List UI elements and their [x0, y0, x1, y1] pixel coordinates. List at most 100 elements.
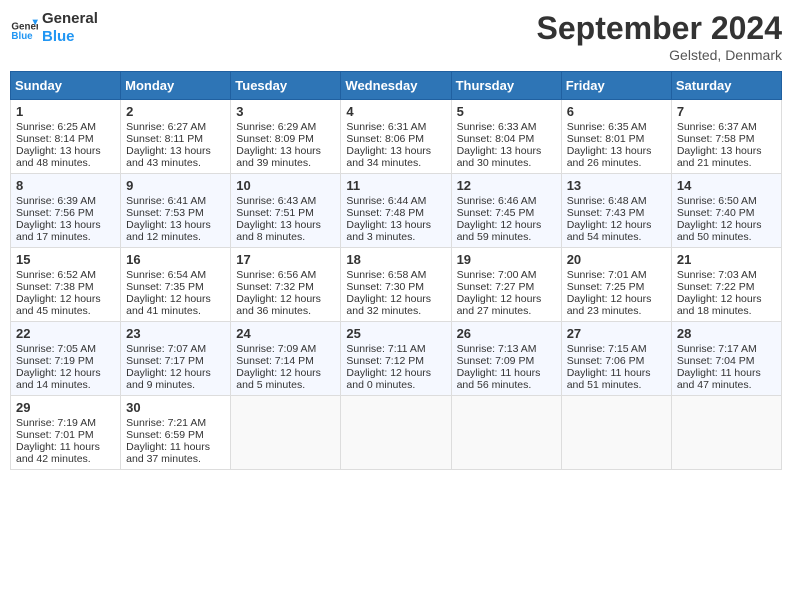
- day-info-line: and 39 minutes.: [236, 157, 335, 169]
- day-info-line: Sunset: 7:17 PM: [126, 355, 225, 367]
- weekday-header: Saturday: [671, 72, 781, 100]
- day-info-line: Sunrise: 6:56 AM: [236, 269, 335, 281]
- calendar-cell: 8Sunrise: 6:39 AMSunset: 7:56 PMDaylight…: [11, 174, 121, 248]
- day-info-line: and 12 minutes.: [126, 231, 225, 243]
- day-info-line: and 21 minutes.: [677, 157, 776, 169]
- calendar-week-row: 29Sunrise: 7:19 AMSunset: 7:01 PMDayligh…: [11, 396, 782, 470]
- weekday-header: Friday: [561, 72, 671, 100]
- day-number: 21: [677, 252, 776, 267]
- calendar-cell: 12Sunrise: 6:46 AMSunset: 7:45 PMDayligh…: [451, 174, 561, 248]
- day-info-line: Daylight: 11 hours: [16, 441, 115, 453]
- day-info-line: Sunset: 7:56 PM: [16, 207, 115, 219]
- day-info-line: and 18 minutes.: [677, 305, 776, 317]
- day-number: 2: [126, 104, 225, 119]
- day-number: 24: [236, 326, 335, 341]
- day-info-line: Daylight: 12 hours: [16, 293, 115, 305]
- calendar-cell: [671, 396, 781, 470]
- day-number: 9: [126, 178, 225, 193]
- day-number: 1: [16, 104, 115, 119]
- day-info-line: and 17 minutes.: [16, 231, 115, 243]
- day-info-line: Sunrise: 7:01 AM: [567, 269, 666, 281]
- calendar-cell: [341, 396, 451, 470]
- calendar-cell: 23Sunrise: 7:07 AMSunset: 7:17 PMDayligh…: [121, 322, 231, 396]
- calendar-table: SundayMondayTuesdayWednesdayThursdayFrid…: [10, 71, 782, 470]
- day-info-line: and 48 minutes.: [16, 157, 115, 169]
- day-info-line: and 50 minutes.: [677, 231, 776, 243]
- calendar-cell: 26Sunrise: 7:13 AMSunset: 7:09 PMDayligh…: [451, 322, 561, 396]
- day-info-line: Sunrise: 7:03 AM: [677, 269, 776, 281]
- day-number: 25: [346, 326, 445, 341]
- day-info-line: Sunset: 7:30 PM: [346, 281, 445, 293]
- day-info-line: Sunrise: 6:37 AM: [677, 121, 776, 133]
- day-info-line: Sunrise: 6:41 AM: [126, 195, 225, 207]
- day-info-line: Sunrise: 7:21 AM: [126, 417, 225, 429]
- day-info-line: Daylight: 13 hours: [457, 145, 556, 157]
- day-info-line: Daylight: 11 hours: [567, 367, 666, 379]
- day-number: 19: [457, 252, 556, 267]
- calendar-cell: 29Sunrise: 7:19 AMSunset: 7:01 PMDayligh…: [11, 396, 121, 470]
- day-info-line: Sunset: 7:25 PM: [567, 281, 666, 293]
- calendar-cell: 17Sunrise: 6:56 AMSunset: 7:32 PMDayligh…: [231, 248, 341, 322]
- month-title: September 2024: [537, 10, 782, 47]
- day-info-line: Sunrise: 6:54 AM: [126, 269, 225, 281]
- day-info-line: and 14 minutes.: [16, 379, 115, 391]
- day-number: 22: [16, 326, 115, 341]
- day-info-line: Daylight: 12 hours: [236, 367, 335, 379]
- day-info-line: Sunrise: 7:00 AM: [457, 269, 556, 281]
- calendar-cell: 2Sunrise: 6:27 AMSunset: 8:11 PMDaylight…: [121, 100, 231, 174]
- day-info-line: Daylight: 12 hours: [236, 293, 335, 305]
- day-info-line: and 34 minutes.: [346, 157, 445, 169]
- calendar-cell: 10Sunrise: 6:43 AMSunset: 7:51 PMDayligh…: [231, 174, 341, 248]
- day-info-line: Sunset: 7:19 PM: [16, 355, 115, 367]
- day-number: 29: [16, 400, 115, 415]
- day-number: 8: [16, 178, 115, 193]
- day-info-line: and 0 minutes.: [346, 379, 445, 391]
- day-info-line: Sunrise: 6:33 AM: [457, 121, 556, 133]
- calendar-cell: 28Sunrise: 7:17 AMSunset: 7:04 PMDayligh…: [671, 322, 781, 396]
- day-info-line: Sunset: 7:14 PM: [236, 355, 335, 367]
- day-info-line: Daylight: 12 hours: [567, 219, 666, 231]
- day-info-line: Sunset: 7:12 PM: [346, 355, 445, 367]
- calendar-week-row: 15Sunrise: 6:52 AMSunset: 7:38 PMDayligh…: [11, 248, 782, 322]
- calendar-cell: 11Sunrise: 6:44 AMSunset: 7:48 PMDayligh…: [341, 174, 451, 248]
- day-info-line: Daylight: 13 hours: [236, 219, 335, 231]
- day-info-line: and 27 minutes.: [457, 305, 556, 317]
- weekday-header: Tuesday: [231, 72, 341, 100]
- day-info-line: Daylight: 13 hours: [346, 145, 445, 157]
- calendar-cell: 13Sunrise: 6:48 AMSunset: 7:43 PMDayligh…: [561, 174, 671, 248]
- day-number: 30: [126, 400, 225, 415]
- day-number: 18: [346, 252, 445, 267]
- day-info-line: Sunrise: 6:43 AM: [236, 195, 335, 207]
- calendar-cell: 30Sunrise: 7:21 AMSunset: 6:59 PMDayligh…: [121, 396, 231, 470]
- day-info-line: Sunrise: 7:13 AM: [457, 343, 556, 355]
- day-info-line: Daylight: 13 hours: [126, 145, 225, 157]
- calendar-cell: [231, 396, 341, 470]
- day-info-line: Sunrise: 7:17 AM: [677, 343, 776, 355]
- day-info-line: Sunset: 8:04 PM: [457, 133, 556, 145]
- calendar-cell: 4Sunrise: 6:31 AMSunset: 8:06 PMDaylight…: [341, 100, 451, 174]
- day-info-line: Sunset: 7:35 PM: [126, 281, 225, 293]
- day-number: 16: [126, 252, 225, 267]
- day-number: 13: [567, 178, 666, 193]
- calendar-cell: 18Sunrise: 6:58 AMSunset: 7:30 PMDayligh…: [341, 248, 451, 322]
- calendar-cell: [561, 396, 671, 470]
- day-info-line: and 3 minutes.: [346, 231, 445, 243]
- day-info-line: Daylight: 13 hours: [346, 219, 445, 231]
- day-info-line: Daylight: 13 hours: [567, 145, 666, 157]
- day-info-line: and 51 minutes.: [567, 379, 666, 391]
- day-info-line: Daylight: 12 hours: [677, 219, 776, 231]
- day-info-line: Daylight: 13 hours: [16, 219, 115, 231]
- calendar-cell: 21Sunrise: 7:03 AMSunset: 7:22 PMDayligh…: [671, 248, 781, 322]
- logo-icon: General Blue: [10, 14, 38, 42]
- day-info-line: and 9 minutes.: [126, 379, 225, 391]
- day-info-line: and 36 minutes.: [236, 305, 335, 317]
- calendar-cell: 27Sunrise: 7:15 AMSunset: 7:06 PMDayligh…: [561, 322, 671, 396]
- day-info-line: Sunrise: 7:11 AM: [346, 343, 445, 355]
- day-info-line: Sunrise: 6:48 AM: [567, 195, 666, 207]
- calendar-cell: 6Sunrise: 6:35 AMSunset: 8:01 PMDaylight…: [561, 100, 671, 174]
- day-info-line: Sunset: 8:09 PM: [236, 133, 335, 145]
- day-info-line: Sunset: 7:38 PM: [16, 281, 115, 293]
- day-info-line: Sunset: 7:32 PM: [236, 281, 335, 293]
- page-header: General Blue GeneralBlue September 2024 …: [10, 10, 782, 63]
- calendar-cell: 14Sunrise: 6:50 AMSunset: 7:40 PMDayligh…: [671, 174, 781, 248]
